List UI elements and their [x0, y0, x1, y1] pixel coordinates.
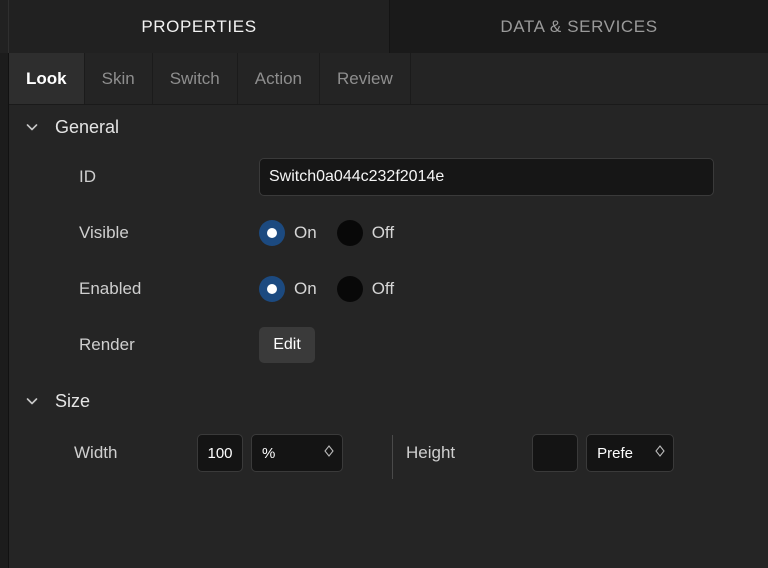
radio-enabled-on-label: On [294, 279, 317, 299]
sub-tab-bar: Look Skin Switch Action Review [9, 53, 768, 105]
radio-group-visible: On Off [259, 220, 414, 246]
sub-tab-look[interactable]: Look [9, 53, 85, 104]
radio-unselected-icon [337, 276, 363, 302]
row-enabled: Enabled On Off [9, 261, 768, 317]
tab-properties-label: PROPERTIES [141, 17, 256, 37]
row-render: Render Edit [9, 317, 768, 373]
section-header-size[interactable]: Size [9, 379, 768, 423]
sub-tab-skin[interactable]: Skin [85, 53, 153, 104]
property-list: General ID Visible On Off Enabled [9, 105, 768, 568]
sub-tab-skin-label: Skin [102, 69, 135, 89]
stepper-updown-icon [322, 443, 336, 463]
radio-group-enabled: On Off [259, 276, 414, 302]
row-id: ID [9, 149, 768, 205]
width-unit-select[interactable]: % [251, 434, 343, 472]
section-title-general: General [55, 117, 119, 138]
section-title-size: Size [55, 391, 90, 412]
tab-data-and-services-label: DATA & SERVICES [500, 17, 657, 37]
radio-visible-off[interactable]: Off [337, 220, 394, 246]
left-edge-rail [0, 0, 9, 568]
label-id: ID [79, 167, 259, 187]
radio-enabled-off[interactable]: Off [337, 276, 394, 302]
sub-tab-review[interactable]: Review [320, 53, 411, 104]
sub-tab-switch[interactable]: Switch [153, 53, 238, 104]
properties-panel: PROPERTIES DATA & SERVICES Look Skin Swi… [0, 0, 768, 568]
sub-tab-review-label: Review [337, 69, 393, 89]
tab-data-and-services[interactable]: DATA & SERVICES [390, 0, 768, 53]
chevron-down-icon [21, 116, 43, 138]
label-visible: Visible [79, 223, 259, 243]
stepper-updown-icon [653, 443, 667, 463]
sub-tab-switch-label: Switch [170, 69, 220, 89]
label-width: Width [74, 443, 197, 463]
radio-selected-icon [259, 276, 285, 302]
chevron-down-icon [21, 390, 43, 412]
radio-visible-on-label: On [294, 223, 317, 243]
width-unit-value: % [262, 445, 275, 462]
row-size: Width % Height Prefe [9, 423, 768, 483]
sub-tab-action[interactable]: Action [238, 53, 320, 104]
label-enabled: Enabled [79, 279, 259, 299]
height-input[interactable] [532, 434, 578, 472]
radio-unselected-icon [337, 220, 363, 246]
tab-properties[interactable]: PROPERTIES [9, 0, 390, 53]
section-header-general[interactable]: General [9, 105, 768, 149]
sub-tab-filler [411, 53, 768, 104]
radio-enabled-off-label: Off [372, 279, 394, 299]
sub-tab-look-label: Look [26, 69, 67, 89]
render-edit-button[interactable]: Edit [259, 327, 315, 363]
radio-selected-icon [259, 220, 285, 246]
height-unit-select[interactable]: Prefe [586, 434, 674, 472]
label-height: Height [406, 443, 455, 463]
main-tab-bar: PROPERTIES DATA & SERVICES [0, 0, 768, 53]
width-input[interactable] [197, 434, 243, 472]
sub-tab-action-label: Action [255, 69, 302, 89]
size-divider [392, 435, 393, 479]
height-unit-value: Prefe [597, 445, 633, 462]
left-edge-rail-top [0, 0, 9, 53]
row-visible: Visible On Off [9, 205, 768, 261]
id-input[interactable] [259, 158, 714, 196]
radio-visible-off-label: Off [372, 223, 394, 243]
label-render: Render [79, 335, 259, 355]
radio-enabled-on[interactable]: On [259, 276, 317, 302]
radio-visible-on[interactable]: On [259, 220, 317, 246]
